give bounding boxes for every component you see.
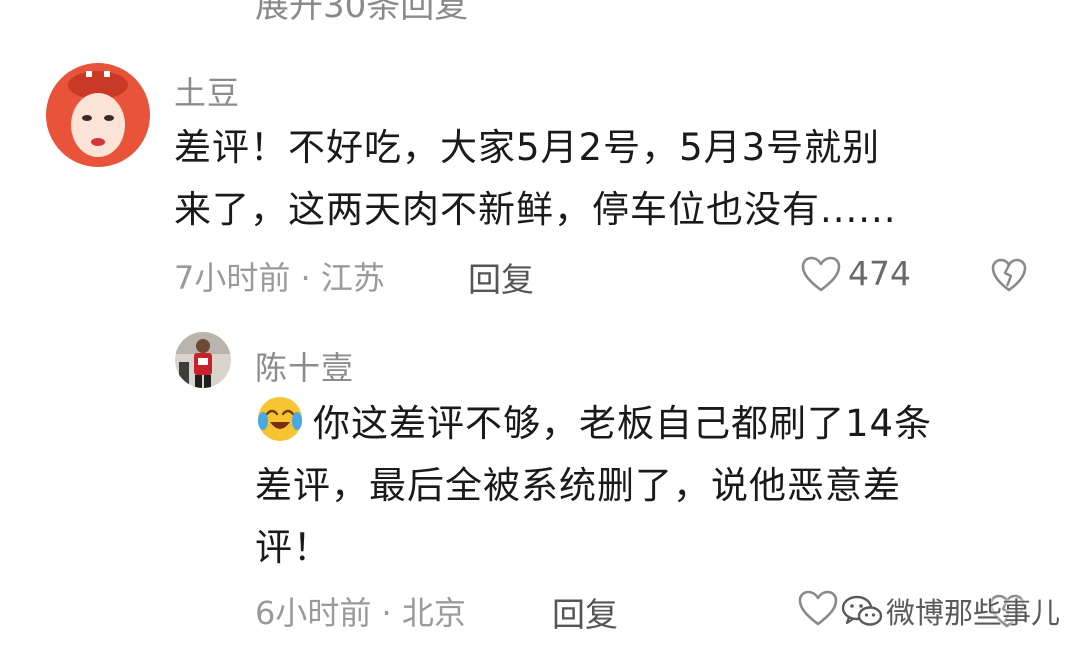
- reply-username[interactable]: 陈十壹: [255, 343, 354, 389]
- comment-meta: 7小时前 · 江苏: [174, 259, 385, 297]
- watermark-text: 微博那些事儿: [886, 596, 1061, 630]
- expand-replies-link[interactable]: 展开30条回复: [255, 0, 468, 27]
- avatar-red-hood-image: [46, 63, 150, 167]
- watermark: 微博那些事儿: [840, 590, 1060, 632]
- reply-text-segment: 你这差评不够，老板自己都刷了14条: [313, 402, 933, 445]
- reply-text-line: 差评，最后全被系统删了，说他恶意差: [255, 464, 901, 507]
- comment-thread: 展开30条回复 土豆 差评！不好吃，大家5月2号，5月3号就别 来了，这两天肉不…: [0, 0, 1080, 656]
- broken-heart-icon[interactable]: [990, 256, 1028, 294]
- reply-text-line: 评！: [255, 526, 331, 569]
- reply-button[interactable]: 回复: [468, 253, 534, 301]
- comment-text-line: 差评！不好吃，大家5月2号，5月3号就别: [174, 126, 881, 169]
- like-count: 474: [848, 254, 911, 293]
- reply-text: 你这差评不够，老板自己都刷了14条 差评，最后全被系统删了，说他恶意差 评！: [255, 393, 1025, 579]
- reply-text-line: 你这差评不够，老板自己都刷了14条: [255, 393, 1025, 455]
- avatar[interactable]: [46, 63, 150, 167]
- comment-text: 差评！不好吃，大家5月2号，5月3号就别 来了，这两天肉不新鲜，停车位也没有..…: [174, 117, 1014, 241]
- laugh-cry-emoji: [258, 397, 302, 441]
- avatar[interactable]: [175, 332, 231, 388]
- reply-button[interactable]: 回复: [552, 588, 618, 636]
- comment-text-line: 来了，这两天肉不新鲜，停车位也没有......: [174, 188, 897, 231]
- like-button[interactable]: 474: [800, 254, 911, 293]
- avatar-runner-image: [175, 332, 231, 388]
- like-button[interactable]: [797, 589, 839, 627]
- reply-meta: 6小时前 · 北京: [255, 594, 466, 632]
- heart-outline-icon: [801, 256, 841, 291]
- wechat-icon: [841, 595, 883, 626]
- heart-outline-icon: [798, 590, 838, 626]
- comment-username[interactable]: 土豆: [174, 68, 240, 114]
